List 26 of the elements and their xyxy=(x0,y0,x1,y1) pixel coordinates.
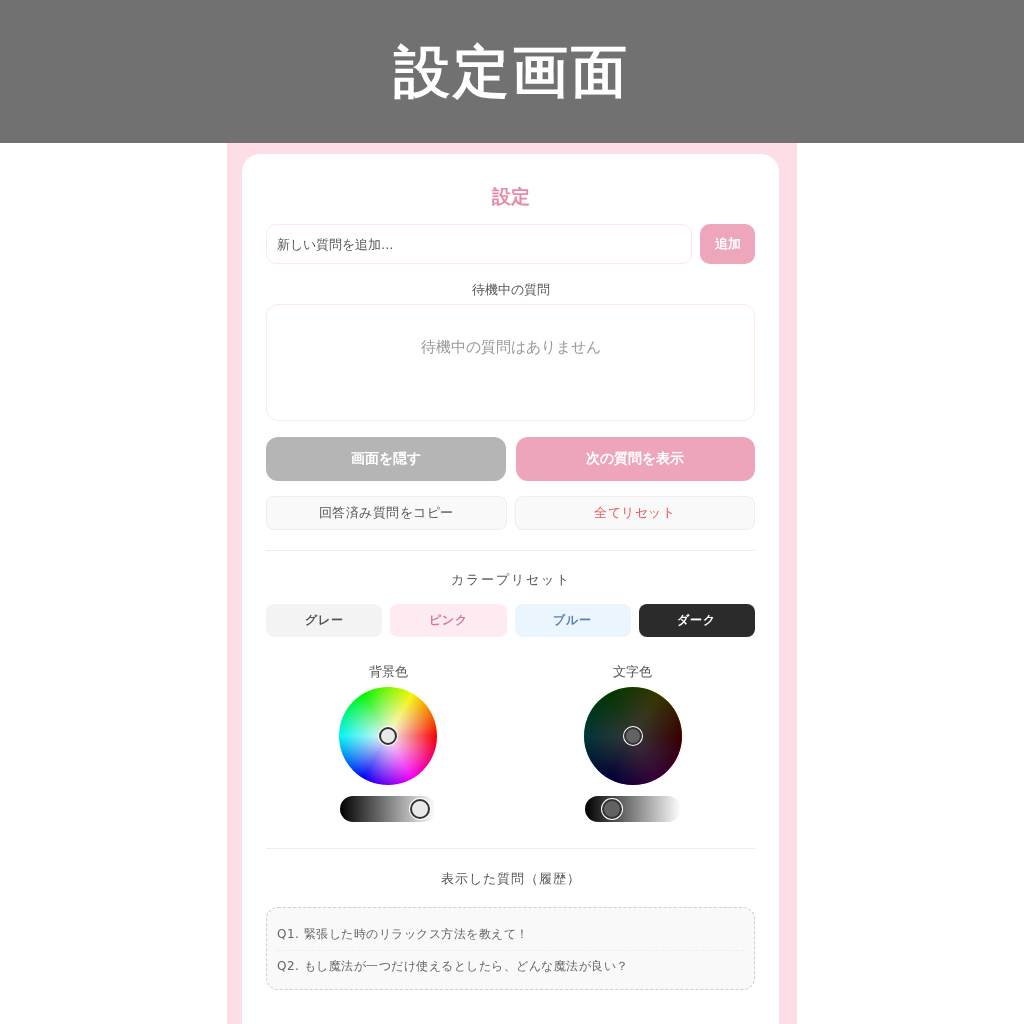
history-item: Q1. 緊張した時のリラックス方法を教えて！ xyxy=(277,925,530,943)
slider-thumb[interactable] xyxy=(602,799,623,819)
banner-title: 設定画面 xyxy=(394,37,630,106)
brightness-slider[interactable] xyxy=(340,796,437,822)
slider-thumb[interactable] xyxy=(410,799,431,819)
settings-title: 設定 xyxy=(491,184,530,208)
next-question-button[interactable]: 次の質問を表示 xyxy=(515,437,755,481)
picker-label: 背景色 xyxy=(368,664,408,680)
picker-label: 文字色 xyxy=(613,664,653,680)
preset-button[interactable]: グレー xyxy=(266,604,383,637)
presets-label: カラープリセット xyxy=(450,572,571,588)
history-item: Q2. もし魔法が一つだけ使えるとしたら、どんな魔法が良い？ xyxy=(277,950,744,982)
preset-button[interactable]: ダーク xyxy=(638,604,755,637)
pending-label: 待機中の質問 xyxy=(471,282,550,298)
preset-button[interactable]: ピンク xyxy=(390,604,507,637)
preset-button[interactable]: ブルー xyxy=(514,604,631,637)
history-label: 表示した質問（履歴） xyxy=(440,871,581,887)
add-button[interactable]: 追加 xyxy=(700,224,755,264)
wheel-handle[interactable] xyxy=(379,727,398,745)
copy-button[interactable]: 回答済み質問をコピー xyxy=(266,496,507,530)
empty-message: 待機中の質問はありません xyxy=(420,338,601,356)
wheel-handle[interactable] xyxy=(623,727,642,745)
hide-screen-button[interactable]: 画面を隠す xyxy=(266,437,506,481)
new-question-field[interactable]: 新しい質問を追加... xyxy=(266,224,692,264)
brightness-slider[interactable] xyxy=(584,796,681,822)
reset-button[interactable]: 全てリセット xyxy=(514,496,755,530)
